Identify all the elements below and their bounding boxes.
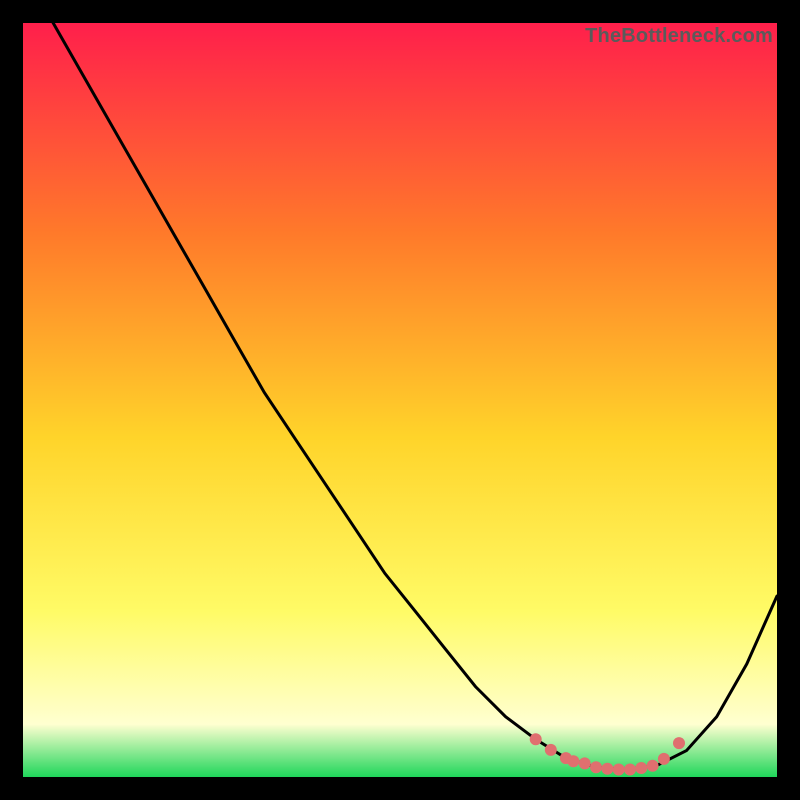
marker-dot xyxy=(590,761,602,773)
marker-dot xyxy=(673,737,685,749)
bottleneck-chart-svg xyxy=(23,23,777,777)
marker-dot xyxy=(647,760,659,772)
marker-dot xyxy=(601,763,613,775)
marker-dot xyxy=(635,762,647,774)
chart-frame: TheBottleneck.com xyxy=(23,23,777,777)
marker-dot xyxy=(624,764,636,776)
marker-dot xyxy=(530,733,542,745)
marker-dot xyxy=(545,744,557,756)
marker-dot xyxy=(567,755,579,767)
marker-dot xyxy=(658,753,670,765)
marker-dot xyxy=(579,757,591,769)
gradient-background xyxy=(23,23,777,777)
marker-dot xyxy=(613,764,625,776)
watermark-text: TheBottleneck.com xyxy=(585,25,773,48)
